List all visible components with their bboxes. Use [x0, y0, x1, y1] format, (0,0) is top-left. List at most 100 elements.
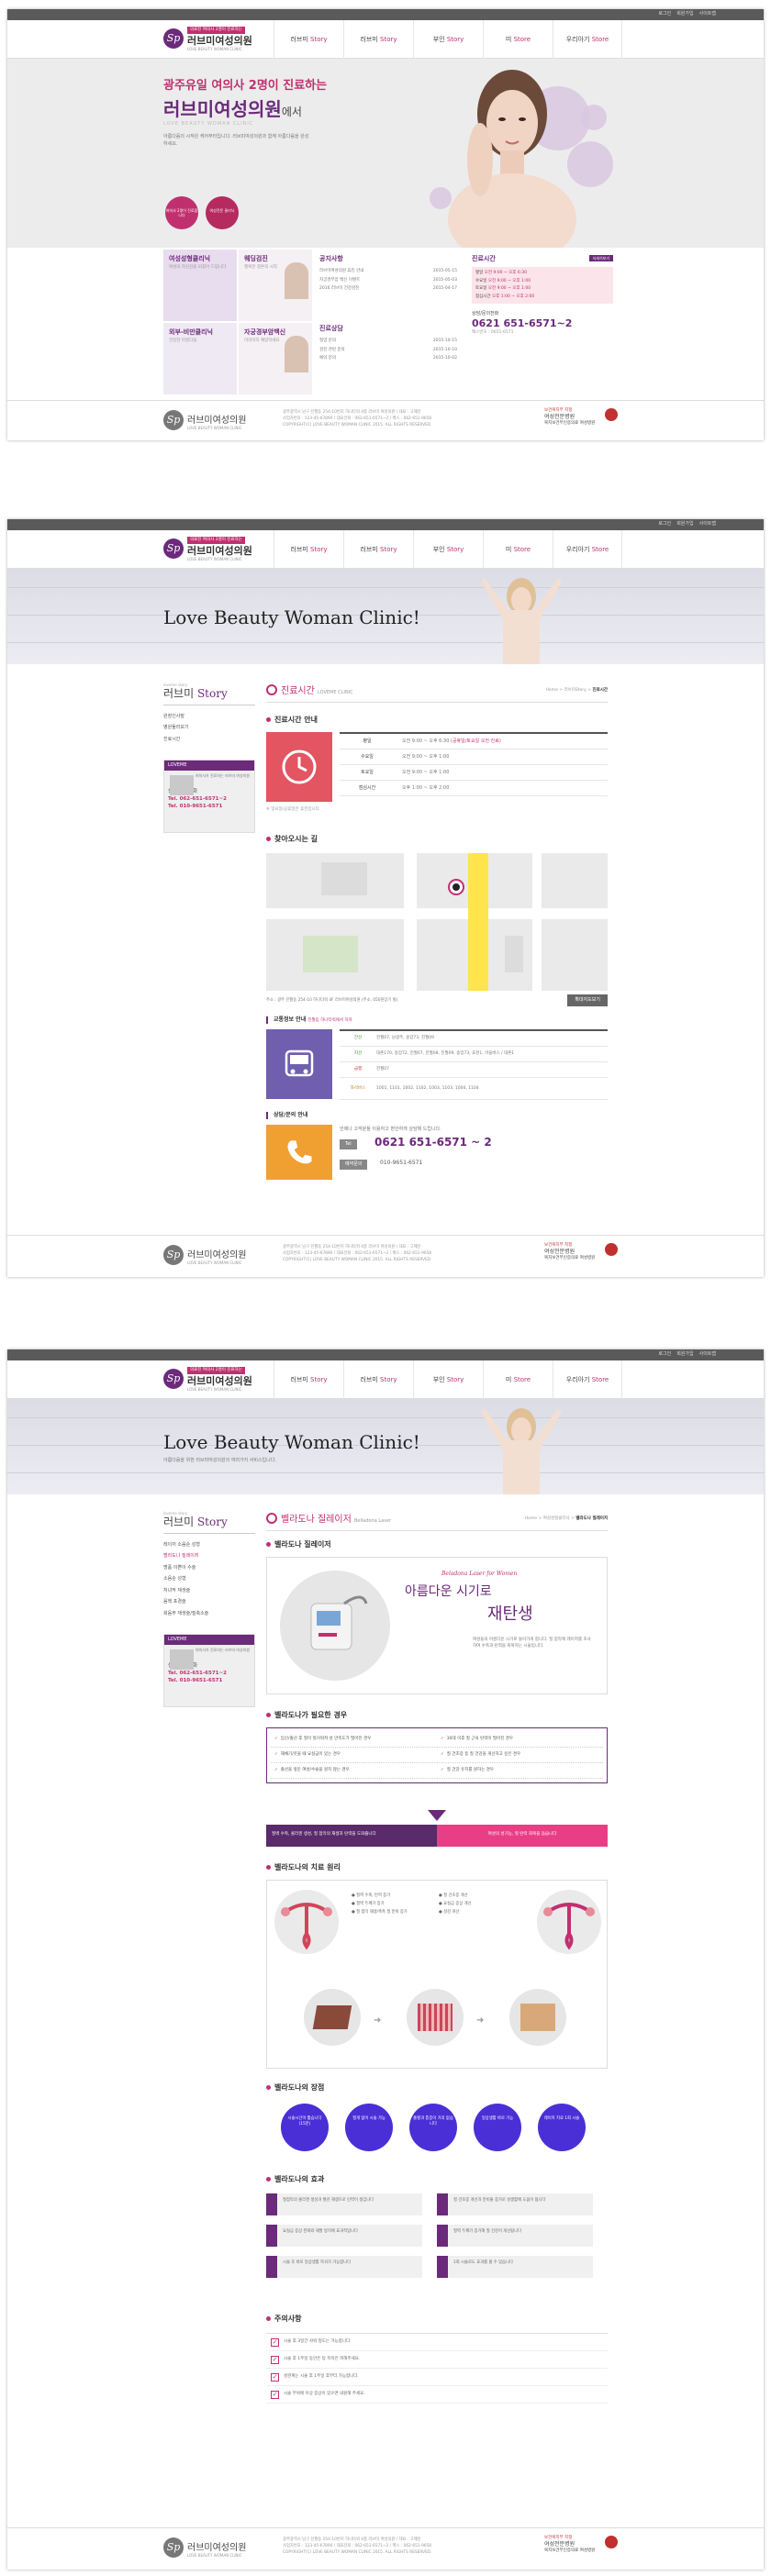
nav-label-en: Story	[446, 546, 464, 553]
title-en: LOVEME CLINIC	[318, 690, 353, 695]
nav-item[interactable]: 러브미 Story	[274, 20, 343, 59]
sub-hero-title: Love Beauty Woman Clinic!	[163, 1431, 420, 1453]
check-item: 출산을 앞둔 여성/수술을 원치 않는 경우	[271, 1763, 437, 1779]
side-menu-item[interactable]: 회음부 재생술/질축소술	[163, 1608, 255, 1620]
arrow-right-icon: ➜	[374, 2015, 382, 2026]
nav-label-en: Story	[310, 546, 328, 553]
consult-text: 언제나 고객분들 이용하고 편안하게 상담해 드립니다.	[340, 1127, 441, 1132]
nav-item[interactable]: 부인 Story	[413, 530, 483, 569]
nav-item[interactable]: 미 Store	[483, 1360, 553, 1399]
util-link[interactable]: 사이트맵	[699, 1351, 716, 1358]
traffic-title: 교통정보 안내 진월동 하나타워에서 하차	[266, 1016, 352, 1024]
map[interactable]	[266, 853, 608, 991]
nav-item[interactable]: 러브미 Story	[343, 530, 413, 569]
product-desc: 여성들의 아름다운 시기로 돌아가게 합니다. 질 점막에 레이저를 조사하여 …	[473, 1638, 591, 1649]
bc-home[interactable]: Home	[546, 688, 558, 693]
quick-box[interactable]: 여성성형클리닉 여성의 자신감을 되찾아 드립니다	[163, 250, 237, 321]
nav-item[interactable]: 우리아기 Store	[553, 530, 622, 569]
side-menu-item[interactable]: 소음순 성형	[163, 1573, 255, 1585]
notice-item[interactable]: 러브미여성의원 휴진 안내 2015-05-15	[319, 267, 457, 275]
nav-item[interactable]: 부인 Story	[413, 20, 483, 59]
side-menu-item[interactable]: 처녀막 재생술	[163, 1585, 255, 1597]
util-link[interactable]: 사이트맵	[699, 521, 716, 527]
side-menu-item[interactable]: 원장인사말	[163, 711, 255, 723]
nav-item[interactable]: 러브미 Story	[343, 20, 413, 59]
card-tel-1[interactable]: Tel. 062-651-6571~2	[168, 795, 251, 803]
map-marker-icon[interactable]	[450, 881, 463, 894]
qa-item[interactable]: 질염 문의 2015-10-15	[319, 337, 457, 345]
hours-key: 평일	[363, 738, 372, 744]
util-link[interactable]: 회원가입	[676, 521, 693, 527]
hours-key: 토요일	[475, 286, 487, 292]
map-zoom-button[interactable]: 확대지도보기	[567, 994, 608, 1006]
card-tel-1[interactable]: Tel. 062-651-6571~2	[168, 1670, 251, 1677]
util-link[interactable]: 회원가입	[676, 1351, 693, 1358]
nav-item[interactable]: 부인 Story	[413, 1360, 483, 1399]
warning-item: ✓ 시술 후 1주일 동안은 탕 목욕은 피해주세요.	[266, 2351, 608, 2369]
check-icon: ✓	[271, 2355, 279, 2364]
side-menu-item[interactable]: 병원둘러보기	[163, 722, 255, 734]
nav-item[interactable]: 미 Store	[483, 530, 553, 569]
hours-more-button[interactable]: 자세히보기	[588, 255, 613, 262]
card-tel-2[interactable]: Tel. 010-9651-6571	[168, 803, 251, 810]
principle-text: 요실금 증상 개선	[443, 1902, 472, 1907]
quick-box[interactable]: 외부-비만클리닉 건강한 아름다움	[163, 323, 237, 394]
sub-page-laser: 로그인 회원가입 사이트맵 Sp 의료진 여의사 2명이 진료하는 러브미여성의…	[7, 1349, 764, 2570]
quick-sub: 건강한 아름다움	[169, 339, 197, 344]
footer-cert: 보건복지부 지정 여성전문병원 복지보건부인증의료 여성병원	[544, 408, 618, 436]
qa-item[interactable]: 예약 문의 2015-10-02	[319, 354, 457, 362]
logo[interactable]: Sp 의료진 여의사 2명이 진료하는 러브미여성의원 LOVE BEAUTY …	[163, 1367, 264, 1393]
util-link[interactable]: 로그인	[658, 1351, 671, 1358]
quick-box[interactable]: 자궁경부암백신 미리미리 예방하세요	[239, 323, 312, 394]
side-menu-item[interactable]: 레이저 소음순 성형	[163, 1539, 255, 1551]
util-link[interactable]: 회원가입	[676, 11, 693, 17]
clock-icon	[282, 749, 317, 784]
util-link[interactable]: 사이트맵	[699, 11, 716, 17]
check-icon: ✓	[271, 2390, 279, 2399]
hours-val: 오전 9:00 ~ 오후 1:00	[487, 278, 531, 283]
util-link[interactable]: 로그인	[658, 11, 671, 17]
side-menu-item[interactable]: 음핵 포경술	[163, 1596, 255, 1608]
bc-home[interactable]: Home	[525, 1516, 537, 1521]
nav-item[interactable]: 미 Store	[483, 20, 553, 59]
sub-hero-sub: 아름다움을 위한 러브미여성의원의 여러가지 서비스입니다.	[163, 1458, 276, 1463]
title-en: Belladona Laser	[353, 1518, 391, 1524]
tel-number[interactable]: 0621 651-6571 ~ 2	[374, 1136, 492, 1150]
nav-item[interactable]: 러브미 Story	[274, 530, 343, 569]
nav-label-en: Store	[591, 546, 609, 553]
nav-item[interactable]: 러브미 Story	[274, 1360, 343, 1399]
hero-circle[interactable]: 여성전문 클리닉	[206, 196, 239, 229]
logo-en: LOVE BEAUTY WOMAN CLINIC	[187, 1387, 242, 1392]
notice-title: 공지사항	[319, 255, 343, 262]
notice-item[interactable]: 자궁경부암 백신 이벤트 2015-05-03	[319, 276, 457, 284]
side-menu-item[interactable]: 벨라도나 질레이저	[163, 1550, 255, 1562]
reserve-number[interactable]: 010-9651-6571	[380, 1160, 422, 1167]
bc-mid[interactable]: 러브미Story	[564, 688, 586, 693]
feature-circle: 일상생활 바로 가능	[474, 2104, 521, 2151]
principle-text: 질 건조증 개선	[443, 1893, 468, 1898]
quick-box[interactable]: 웨딩검진 행복한 결혼의 시작	[239, 250, 312, 321]
feature-circle: 레이저 치료 1회 시술	[538, 2104, 586, 2151]
hero-circle[interactable]: 여의사 2명이 진료합니다	[165, 196, 198, 229]
effect-text: 질 건조증 개선과 분비물 증가로 성생활에 도움이 됩니다	[453, 2198, 546, 2203]
bc-mid[interactable]: 여성성형클리닉	[543, 1516, 570, 1521]
nav-item[interactable]: 우리아기 Store	[553, 1360, 622, 1399]
nav-label: 러브미	[360, 36, 378, 43]
hero-clinic-name: 러브미여성의원	[163, 98, 282, 120]
logo[interactable]: Sp 의료진 여의사 2명이 진료하는 러브미여성의원 LOVE BEAUTY …	[163, 537, 264, 562]
hero-suffix: 에서	[281, 105, 302, 118]
qa-item[interactable]: 검진 관련 문의 2015-10-10	[319, 346, 457, 354]
side-menu-item[interactable]: 명품 이쁜이 수술	[163, 1562, 255, 1574]
util-link[interactable]: 로그인	[658, 521, 671, 527]
check-icon: ✓	[271, 2337, 279, 2347]
notice-date: 2015-05-03	[432, 277, 457, 283]
warning-item: ✓ 성관계는 시술 후 1주일 후부터 가능합니다.	[266, 2369, 608, 2386]
side-menu-item[interactable]: 진료시간	[163, 734, 255, 746]
main-hero: 광주유일 여의사 2명이 진료하는 러브미여성의원에서 LOVE BEAUTY …	[7, 59, 764, 248]
nav-item[interactable]: 우리아기 Store	[553, 20, 622, 59]
logo[interactable]: Sp 의료진 여의사 2명이 진료하는 러브미여성의원 LOVE BEAUTY …	[163, 27, 264, 52]
notice-item[interactable]: 2016 러브미 건강검진 2015-04-17	[319, 284, 457, 293]
card-tel-2[interactable]: Tel. 010-9651-6571	[168, 1677, 251, 1684]
nav-item[interactable]: 러브미 Story	[343, 1360, 413, 1399]
tel-number[interactable]: 0621 651-6571~2	[472, 317, 613, 330]
